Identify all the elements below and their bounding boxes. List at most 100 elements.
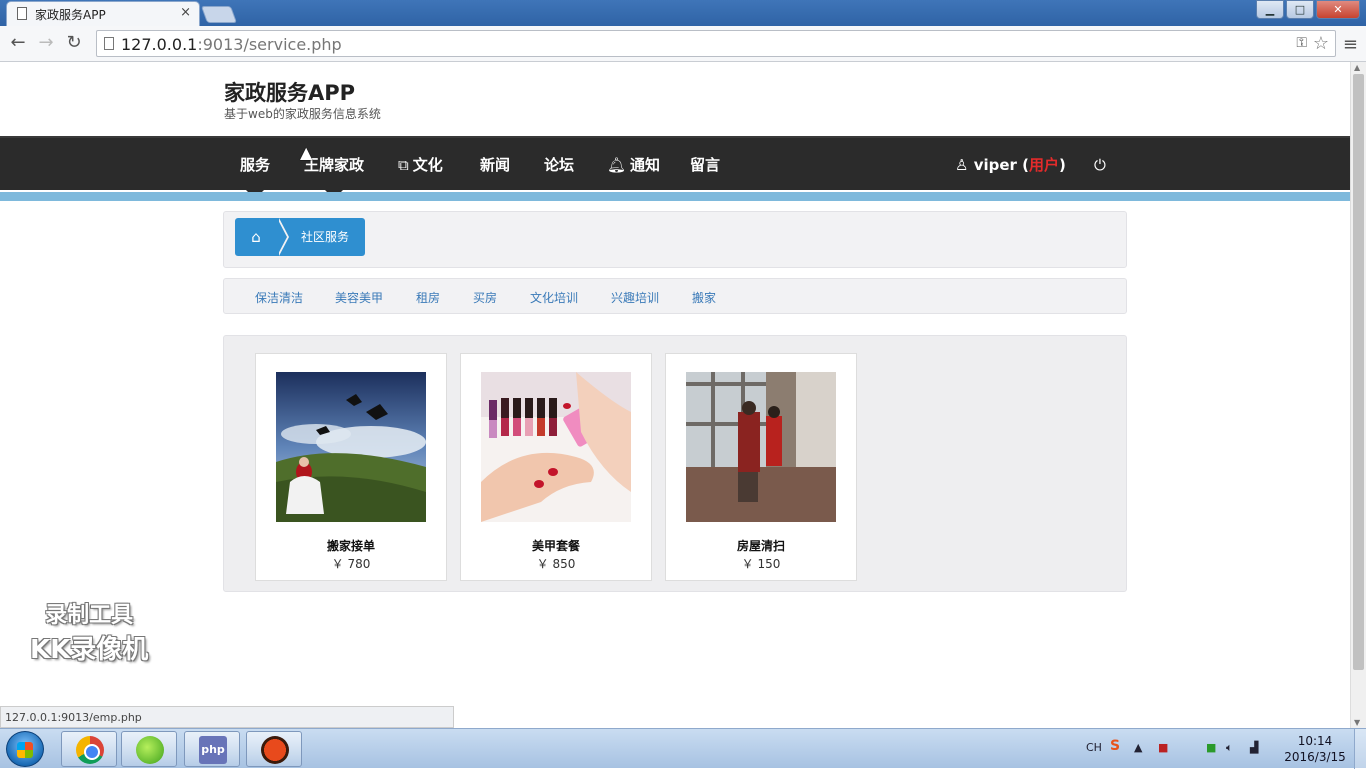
signal-icon[interactable]: ▟ [1250, 741, 1258, 754]
reload-icon[interactable]: ↻ [62, 31, 86, 55]
start-button[interactable] [6, 731, 44, 767]
leaf-app-icon [136, 736, 164, 764]
maximize-button[interactable]: □ [1286, 0, 1314, 19]
user-paren-close: ) [1059, 156, 1066, 174]
new-tab-button[interactable] [200, 6, 238, 23]
user-menu[interactable]: ♙ viper (用户) [955, 138, 1066, 192]
nav-accent-stripe [0, 192, 1350, 201]
service-card[interactable]: 美甲套餐 ￥ 850 [460, 353, 652, 581]
watermark-line1: 录制工具 [45, 603, 134, 628]
service-image[interactable] [481, 372, 631, 522]
url-text: 127.0.0.1:9013/service.php [121, 35, 342, 54]
page-icon [17, 7, 27, 20]
windows-taskbar: php CH S ▲ ■ ■ 🔈︎ ▟ 10:14 2016/3/15 [0, 728, 1366, 769]
clock-time: 10:14 [1297, 734, 1333, 748]
service-image[interactable] [276, 372, 426, 522]
nav-label: 服务 [240, 156, 271, 174]
volume-icon[interactable]: 🔈︎ [1226, 741, 1233, 755]
taskbar-clock[interactable]: 10:14 2016/3/15 [1282, 733, 1348, 765]
taskbar-recorder[interactable] [246, 731, 302, 767]
recorder-watermark: 录制工具 KK录像机 [30, 597, 148, 666]
tray-app-icon[interactable]: ■ [1158, 741, 1168, 754]
service-card[interactable]: 搬家接单 ￥ 780 [255, 353, 447, 581]
nav-item-culture[interactable]: ⧉ 文化 [398, 138, 443, 192]
nav-item-service[interactable]: 服务 [240, 138, 270, 192]
service-title[interactable]: 房屋清扫 [666, 537, 856, 554]
show-desktop-button[interactable] [1354, 729, 1366, 769]
browser-menu-icon[interactable]: ≡ [1343, 34, 1358, 55]
category-link[interactable]: 搬家 [692, 289, 716, 306]
tray-expand-icon[interactable]: ▲ [1134, 741, 1142, 754]
windows-logo-icon [17, 742, 33, 758]
user-role: 用户 [1029, 156, 1060, 174]
tab-title: 家政服务APP [35, 8, 106, 22]
close-window-button[interactable]: ✕ [1316, 0, 1360, 19]
nav-label: 通知 [630, 156, 661, 174]
url-host: 127.0.0.1 [121, 35, 198, 54]
tray-network-app-icon[interactable]: ■ [1206, 741, 1216, 754]
bell-icon: 🔔︎ [607, 156, 627, 174]
nav-item-top-housekeeping[interactable]: 王牌家政 [304, 138, 364, 192]
web-page: 家政服务APP 基于web的家政服务信息系统 服务 王牌家政 ⧉ 文化 新闻 论坛… [0, 62, 1350, 728]
category-link[interactable]: 买房 [473, 289, 497, 306]
category-link[interactable]: 美容美甲 [335, 289, 383, 306]
nav-item-news[interactable]: 新闻 [480, 138, 510, 192]
nav-label: 王牌家政 [304, 156, 365, 174]
nav-label: 论坛 [544, 156, 575, 174]
service-image[interactable] [686, 372, 836, 522]
logout-power-icon[interactable]: ⏻ [1094, 138, 1106, 192]
main-navbar: 服务 王牌家政 ⧉ 文化 新闻 论坛 🔔︎ 通知 留言 ♙ viper (用户) ⏻ [0, 136, 1350, 190]
service-title[interactable]: 搬家接单 [256, 537, 446, 554]
nav-item-notice[interactable]: 🔔︎ 通知 [607, 138, 660, 192]
browser-tab[interactable]: 家政服务APP × [6, 1, 200, 26]
nav-label: 新闻 [480, 156, 511, 174]
taskbar-app-green[interactable] [121, 731, 177, 767]
scroll-thumb[interactable] [1353, 74, 1364, 670]
nav-item-forum[interactable]: 论坛 [544, 138, 574, 192]
site-title[interactable]: 家政服务APP [224, 77, 355, 107]
back-arrow-icon[interactable]: ← [6, 31, 30, 55]
service-grid: 搬家接单 ￥ 780 美甲套餐 ￥ 850 房屋清扫 ￥ 150 [223, 335, 1127, 592]
page-scrollbar[interactable]: ▲ ▼ [1350, 62, 1366, 728]
service-card[interactable]: 房屋清扫 ￥ 150 [665, 353, 857, 581]
page-info-icon [104, 37, 114, 50]
site-subtitle: 基于web的家政服务信息系统 [224, 107, 381, 121]
service-price: ￥ 150 [741, 557, 781, 571]
category-link[interactable]: 保洁清洁 [255, 289, 303, 306]
bookmark-star-icon[interactable]: ☆ [1313, 33, 1329, 54]
tab-close-icon[interactable]: × [180, 5, 191, 20]
address-bar[interactable]: 127.0.0.1:9013/service.php ⚿ ☆ [96, 30, 1336, 57]
browser-toolbar: ← → ↻ 127.0.0.1:9013/service.php ⚿ ☆ ≡ [0, 26, 1366, 62]
key-icon[interactable]: ⚿ [1296, 35, 1307, 51]
scroll-down-icon[interactable]: ▼ [1354, 718, 1360, 727]
external-link-icon: ⧉ [398, 156, 409, 174]
category-link[interactable]: 兴趣培训 [611, 289, 659, 306]
home-icon[interactable]: ⌂ [235, 218, 277, 256]
minimize-button[interactable]: ▁ [1256, 0, 1284, 19]
nav-item-message[interactable]: 留言 [690, 138, 720, 192]
mouse-cursor-icon: ▲ [300, 143, 313, 162]
category-link[interactable]: 文化培训 [530, 289, 578, 306]
ime-indicator[interactable]: CH [1086, 741, 1102, 754]
sogou-input-icon[interactable]: S [1110, 738, 1120, 754]
breadcrumb-current-label: 社区服务 [301, 230, 350, 244]
forward-arrow-icon[interactable]: → [34, 31, 58, 55]
browser-titlebar: 家政服务APP × ▁ □ ✕ [0, 0, 1366, 26]
breadcrumb: ⌂ 社区服务 [223, 211, 1127, 268]
watermark-line2: KK录像机 [30, 635, 149, 665]
taskbar-phpstudy[interactable]: php [184, 731, 240, 767]
url-path: :9013/service.php [197, 35, 342, 54]
nav-label: 文化 [412, 156, 443, 174]
php-icon: php [199, 736, 227, 764]
clock-date: 2016/3/15 [1284, 750, 1346, 764]
user-icon: ♙ [955, 156, 969, 174]
scroll-up-icon[interactable]: ▲ [1354, 63, 1360, 72]
service-price: ￥ 850 [536, 557, 576, 571]
user-paren-open: ( [1016, 156, 1029, 174]
category-bar: 保洁清洁 美容美甲 租房 买房 文化培训 兴趣培训 搬家 [223, 278, 1127, 314]
ninja-recorder-icon [261, 736, 289, 764]
taskbar-chrome[interactable] [61, 731, 117, 767]
category-link[interactable]: 租房 [416, 289, 440, 306]
window-controls: ▁ □ ✕ [1256, 0, 1360, 20]
service-title[interactable]: 美甲套餐 [461, 537, 651, 554]
